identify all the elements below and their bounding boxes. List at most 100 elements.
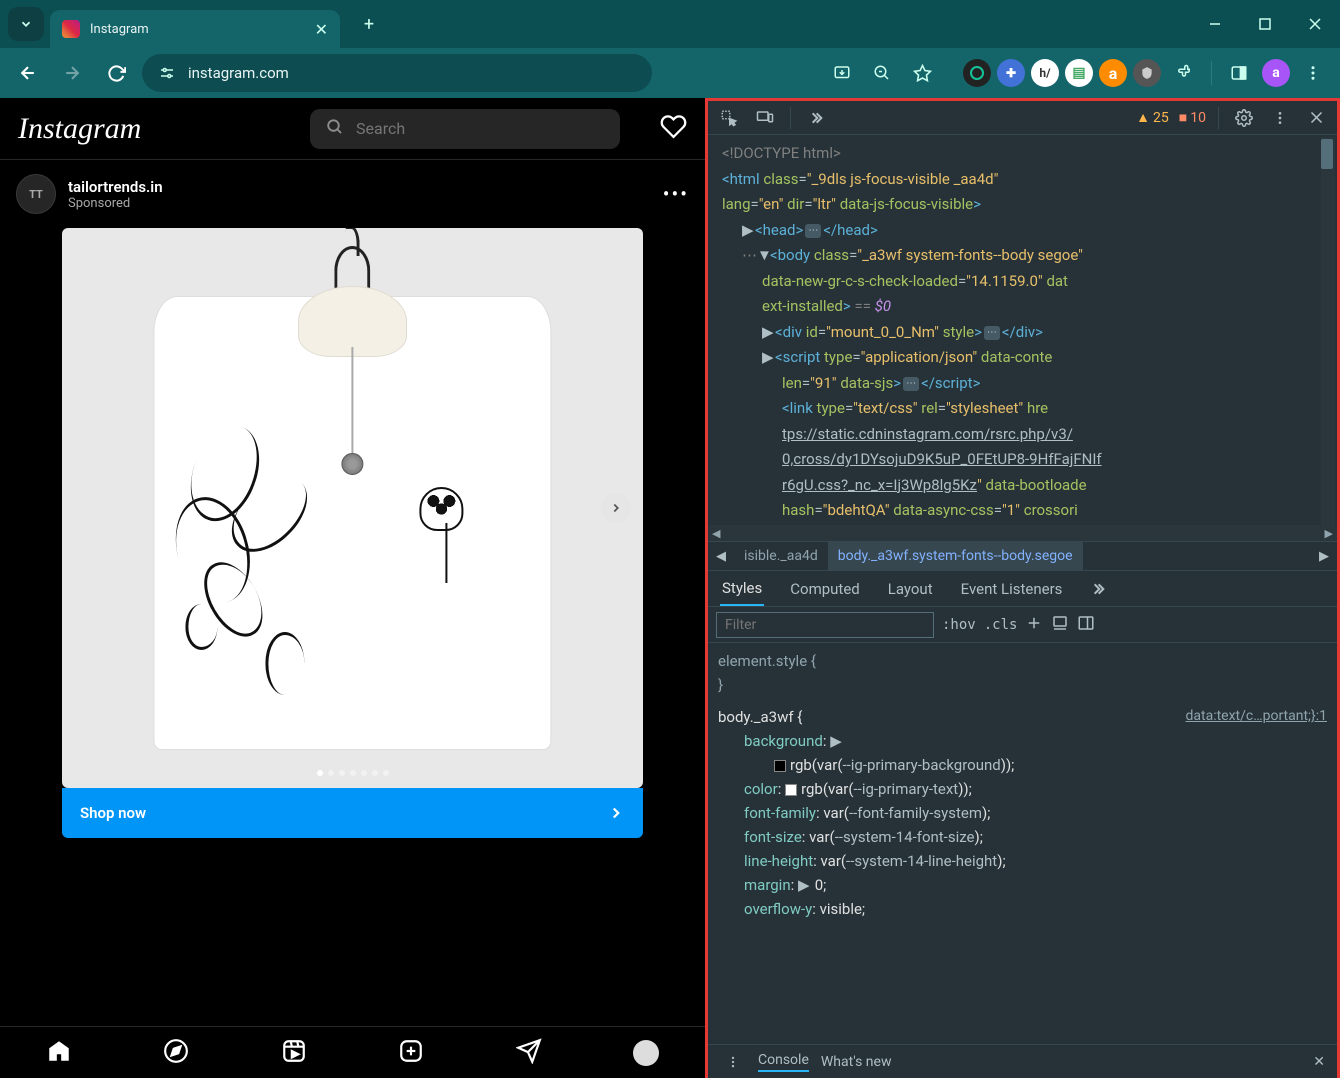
bookmark-icon[interactable] bbox=[905, 56, 939, 90]
extension-hw-icon[interactable]: h/ bbox=[1031, 59, 1059, 87]
site-settings-icon[interactable] bbox=[156, 62, 178, 84]
forward-button[interactable] bbox=[54, 55, 90, 91]
post-user-info: tailortrends.in Sponsored bbox=[68, 178, 651, 211]
breadcrumb-item-selected[interactable]: body._a3wf.system-fonts--body.segoe bbox=[828, 542, 1083, 570]
content-area: Instagram TT tailortrends.in Sponsored •… bbox=[0, 98, 1340, 1078]
profile-avatar[interactable]: a bbox=[1262, 59, 1290, 87]
tab-title: Instagram bbox=[90, 22, 305, 37]
reload-button[interactable] bbox=[98, 55, 134, 91]
breadcrumb-item[interactable]: isible._aa4d bbox=[734, 548, 828, 564]
home-icon[interactable] bbox=[46, 1038, 72, 1068]
extension-plus-icon[interactable]: ✚ bbox=[997, 59, 1025, 87]
shop-now-label: Shop now bbox=[80, 804, 146, 822]
new-style-rule-icon[interactable] bbox=[1025, 614, 1043, 636]
post-username[interactable]: tailortrends.in bbox=[68, 178, 651, 196]
address-bar[interactable]: instagram.com bbox=[142, 54, 652, 92]
devtools-drawer: Console What's new ✕ bbox=[708, 1044, 1337, 1078]
post-avatar[interactable]: TT bbox=[16, 174, 56, 214]
drawer-tab-whatsnew[interactable]: What's new bbox=[821, 1054, 892, 1070]
extension-ublock-icon[interactable] bbox=[1133, 59, 1161, 87]
toggle-sidebar-icon[interactable] bbox=[1077, 614, 1095, 636]
drawer-tab-console[interactable]: Console bbox=[758, 1052, 809, 1072]
tab-layout[interactable]: Layout bbox=[886, 571, 935, 606]
titlebar-left: Instagram ✕ + bbox=[8, 0, 384, 48]
toolbar-divider bbox=[1211, 61, 1212, 85]
product-shirt-illustration bbox=[126, 256, 579, 760]
dom-tree[interactable]: <!DOCTYPE html> <html class="_9dls js-fo… bbox=[708, 135, 1337, 525]
post-more-button[interactable]: ••• bbox=[663, 182, 689, 206]
more-tabs-icon[interactable] bbox=[803, 105, 829, 131]
profile-nav-avatar[interactable] bbox=[633, 1040, 659, 1066]
settings-gear-icon[interactable] bbox=[1231, 105, 1257, 131]
styles-content[interactable]: element.style { } body._a3wf {data:text/… bbox=[708, 643, 1337, 927]
search-field[interactable] bbox=[356, 119, 604, 138]
reels-icon[interactable] bbox=[281, 1038, 307, 1068]
maximize-button[interactable] bbox=[1240, 0, 1290, 48]
instagram-logo[interactable]: Instagram bbox=[18, 112, 141, 146]
extension-doc-icon[interactable]: ▤ bbox=[1065, 59, 1093, 87]
devtools-toolbar: ▲ 25 ■ 10 bbox=[708, 101, 1337, 135]
devtools-menu-icon[interactable] bbox=[1267, 105, 1293, 131]
breadcrumb-bar: ◀ isible._aa4d body._a3wf.system-fonts--… bbox=[708, 541, 1337, 571]
explore-icon[interactable] bbox=[163, 1038, 189, 1068]
back-button[interactable] bbox=[10, 55, 46, 91]
device-toolbar-icon[interactable] bbox=[752, 105, 778, 131]
drawer-menu-icon[interactable] bbox=[720, 1049, 746, 1075]
more-tabs-icon[interactable] bbox=[1088, 571, 1108, 606]
notifications-heart-icon[interactable] bbox=[660, 113, 687, 144]
tab-computed[interactable]: Computed bbox=[788, 571, 862, 606]
instagram-pane: Instagram TT tailortrends.in Sponsored •… bbox=[0, 98, 705, 1078]
breadcrumb-prev-button[interactable]: ◀ bbox=[708, 549, 734, 564]
minimize-button[interactable] bbox=[1190, 0, 1240, 48]
tab-event-listeners[interactable]: Event Listeners bbox=[959, 571, 1065, 606]
extensions-menu-icon[interactable] bbox=[1167, 56, 1201, 90]
drawer-close-icon[interactable]: ✕ bbox=[1313, 1054, 1325, 1070]
side-panel-icon[interactable] bbox=[1222, 56, 1256, 90]
instagram-feed[interactable]: TT tailortrends.in Sponsored ••• bbox=[0, 160, 705, 1026]
sponsored-label: Sponsored bbox=[68, 196, 651, 211]
search-input[interactable] bbox=[310, 109, 620, 149]
errors-badge[interactable]: ■ 10 bbox=[1179, 109, 1206, 126]
window-controls bbox=[1190, 0, 1340, 48]
tab-close-button[interactable]: ✕ bbox=[315, 20, 328, 39]
window-close-button[interactable] bbox=[1290, 0, 1340, 48]
url-text: instagram.com bbox=[188, 64, 289, 82]
hov-button[interactable]: :hov bbox=[942, 617, 976, 633]
post-header: TT tailortrends.in Sponsored ••• bbox=[0, 174, 705, 228]
scrollbar[interactable] bbox=[1321, 137, 1335, 525]
bottom-nav bbox=[0, 1026, 705, 1078]
breadcrumb-next-button[interactable]: ▶ bbox=[1311, 549, 1337, 564]
messages-icon[interactable] bbox=[516, 1038, 542, 1068]
browser-toolbar: instagram.com ✚ h/ ▤ a a bbox=[0, 48, 1340, 98]
sponsored-post: TT tailortrends.in Sponsored ••• bbox=[0, 160, 705, 852]
post-media[interactable] bbox=[62, 228, 643, 788]
extension-grammarly-icon[interactable] bbox=[963, 59, 991, 87]
computed-styles-icon[interactable] bbox=[1051, 614, 1069, 636]
chrome-menu-icon[interactable] bbox=[1296, 56, 1330, 90]
devtools-close-icon[interactable] bbox=[1303, 105, 1329, 131]
styles-toolbar: :hov .cls bbox=[708, 607, 1337, 643]
install-app-icon[interactable] bbox=[825, 56, 859, 90]
styles-tabs: Styles Computed Layout Event Listeners bbox=[708, 571, 1337, 607]
zoom-icon[interactable] bbox=[865, 56, 899, 90]
create-icon[interactable] bbox=[398, 1038, 424, 1068]
warnings-badge[interactable]: ▲ 25 bbox=[1136, 109, 1169, 126]
post-image bbox=[62, 228, 643, 788]
tab-search-dropdown[interactable] bbox=[8, 7, 44, 41]
extension-a-icon[interactable]: a bbox=[1099, 59, 1127, 87]
instagram-header: Instagram bbox=[0, 98, 705, 160]
styles-filter-input[interactable] bbox=[716, 612, 934, 638]
divider bbox=[1218, 107, 1219, 129]
toolbar-right: ✚ h/ ▤ a a bbox=[825, 56, 1330, 90]
cls-button[interactable]: .cls bbox=[984, 617, 1018, 633]
search-icon bbox=[326, 118, 344, 140]
new-tab-button[interactable]: + bbox=[354, 9, 384, 39]
horizontal-scrollbar[interactable]: ◀▶ bbox=[708, 525, 1337, 541]
shop-now-button[interactable]: Shop now bbox=[62, 788, 643, 838]
browser-tab[interactable]: Instagram ✕ bbox=[50, 10, 340, 48]
carousel-dots bbox=[317, 770, 389, 776]
carousel-next-button[interactable] bbox=[601, 493, 631, 523]
chevron-right-icon bbox=[607, 804, 625, 822]
tab-styles[interactable]: Styles bbox=[720, 571, 764, 606]
inspect-element-icon[interactable] bbox=[716, 105, 742, 131]
